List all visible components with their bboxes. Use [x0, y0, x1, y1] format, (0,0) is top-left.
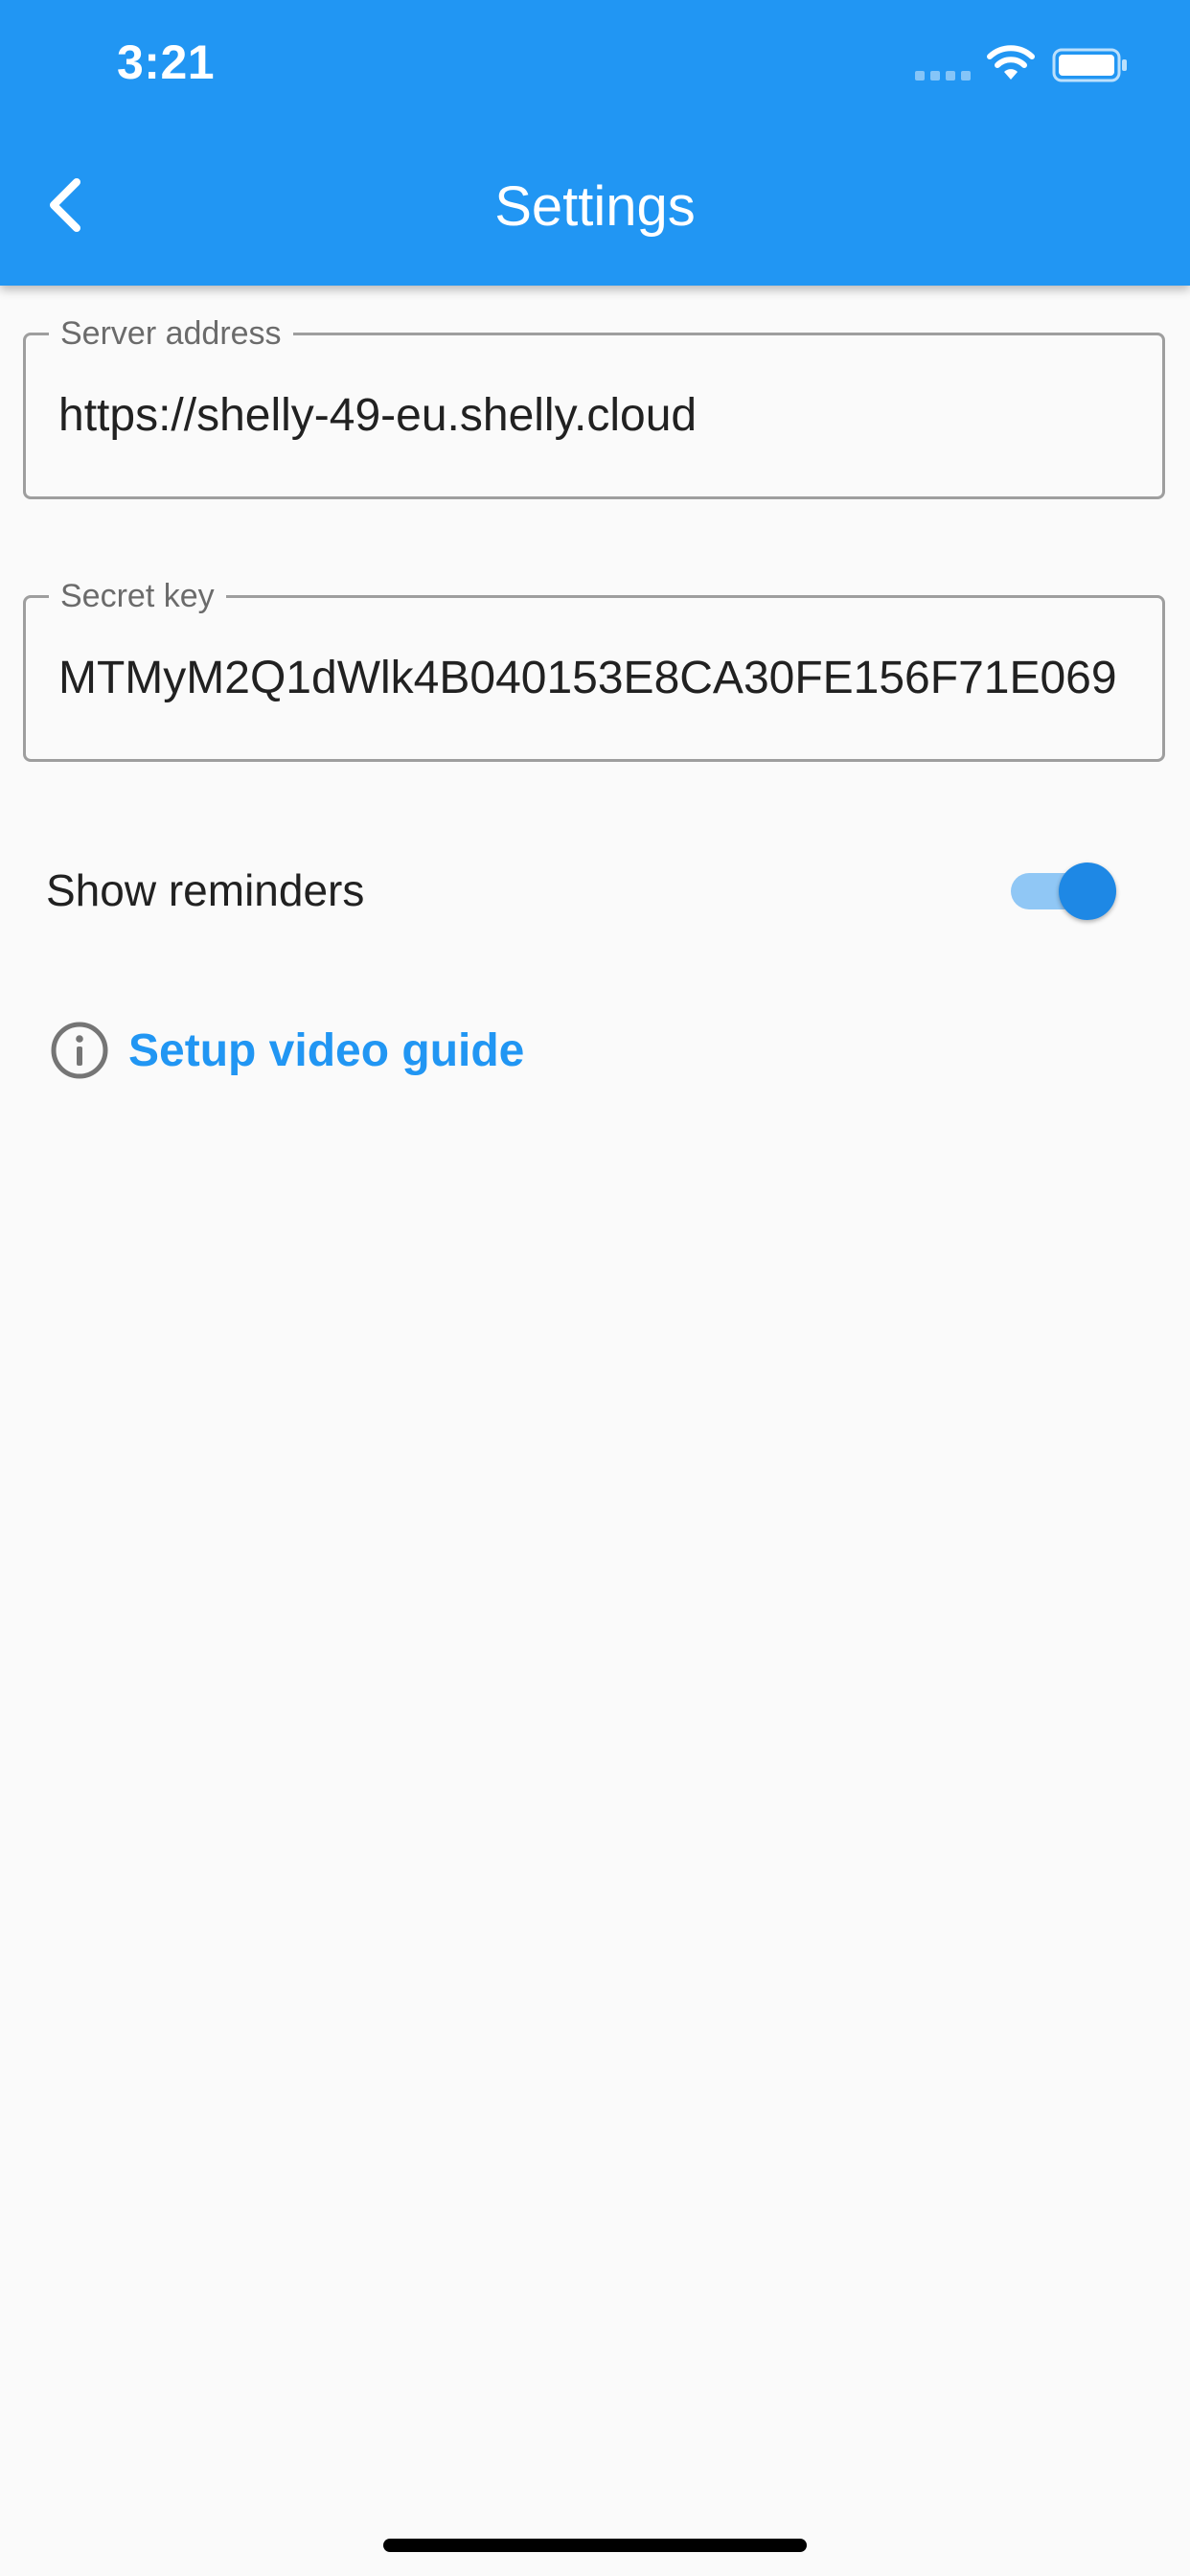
setup-video-guide-label: Setup video guide — [128, 1024, 525, 1076]
toggle-thumb — [1059, 862, 1116, 920]
secret-key-field[interactable]: Secret key MTMyM2Q1dWlk4B040153E8CA30FE1… — [23, 575, 1165, 762]
show-reminders-toggle[interactable] — [1011, 861, 1118, 922]
info-icon — [51, 1022, 108, 1079]
setup-video-guide-link[interactable]: Setup video guide — [50, 1018, 524, 1083]
app-bar: 3:21 Settings — [0, 0, 1190, 286]
secret-key-label: Secret key — [49, 575, 226, 617]
page-title: Settings — [494, 175, 696, 238]
server-address-field[interactable]: Server address https://shelly-49-eu.shel… — [23, 312, 1165, 499]
battery-icon — [1052, 48, 1127, 82]
cellular-signal-icon — [915, 71, 971, 80]
show-reminders-label: Show reminders — [46, 865, 365, 915]
wifi-icon — [987, 45, 1035, 80]
server-address-label: Server address — [49, 312, 293, 355]
server-address-value[interactable]: https://shelly-49-eu.shelly.cloud — [58, 387, 1156, 445]
home-indicator — [383, 2539, 807, 2552]
status-time: 3:21 — [117, 35, 216, 89]
secret-key-value[interactable]: MTMyM2Q1dWlk4B040153E8CA30FE156F71E069 — [58, 650, 1156, 707]
